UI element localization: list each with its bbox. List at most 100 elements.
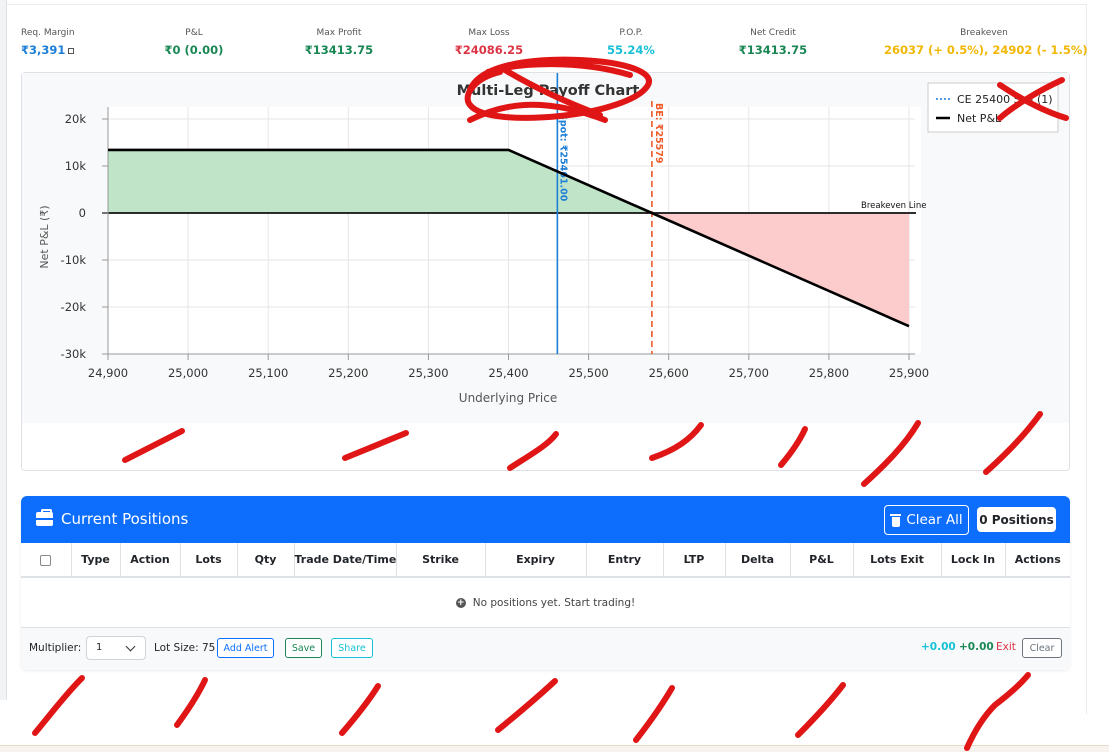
positions-table: Type Action Lots Qty Trade Date/Time Str…	[21, 543, 1070, 578]
y-tick-label: 0	[79, 206, 86, 220]
x-tick-label: 25,100	[248, 366, 288, 380]
metric-max-profit: Max Profit ₹13413.75	[301, 28, 377, 57]
scribble-mark	[32, 675, 85, 736]
y-tick-label: 10k	[65, 159, 87, 173]
x-tick-label: 25,400	[488, 366, 528, 380]
legend-label: CE 25400 Sell (1)	[957, 93, 1053, 106]
column-header: P&L	[790, 543, 854, 578]
column-header: Entry	[586, 543, 664, 578]
lot-size-text: Lot Size: 75	[154, 642, 216, 654]
positions-count-badge: 0 Positions	[977, 507, 1056, 532]
share-button[interactable]: Share	[331, 638, 373, 658]
scribble-mark	[964, 672, 1031, 751]
briefcase-icon	[36, 509, 53, 526]
payoff-chart-area: Breakeven Line Spot: ₹25461.00 BE: ₹25579 2…	[22, 73, 1069, 423]
top-divider	[7, 4, 1087, 5]
scribble-mark	[495, 678, 558, 733]
column-header: Strike	[396, 543, 486, 578]
chevron-down-icon	[125, 641, 136, 652]
column-header: Type	[71, 543, 121, 578]
left-edge-panel	[0, 0, 7, 700]
metric-req-margin: Req. Margin ₹3,391	[21, 28, 75, 57]
metric-value: ₹24086.25	[454, 43, 524, 57]
select-all-checkbox[interactable]	[40, 554, 52, 566]
chart-title: Multi-Leg Payoff Chart	[457, 83, 640, 99]
x-tick-label: 24,900	[88, 366, 128, 380]
metric-value: 26037 (+ 0.5%), 24902 (- 1.5%)	[884, 43, 1088, 57]
metric-label: Max Profit	[316, 28, 362, 38]
metric-value: ₹0 (0.00)	[164, 43, 224, 57]
legend-label: Net P&L	[957, 112, 1002, 125]
spot-label: Spot: ₹25461.00	[557, 113, 568, 202]
metric-net-credit: Net Credit ₹13413.75	[735, 28, 811, 57]
positions-header: Current Positions Clear All 0 Positions	[21, 496, 1070, 543]
positions-footer: Multiplier: 1 Lot Size: 75 Add Alert Sav…	[21, 628, 1070, 670]
column-header: Actions	[1005, 543, 1070, 578]
x-axis-title: Underlying Price	[459, 391, 557, 405]
empty-positions-message: + No positions yet. Start trading!	[21, 578, 1070, 628]
right-divider	[1086, 4, 1087, 714]
metric-label: Breakeven	[960, 28, 1008, 38]
clear-all-button[interactable]: Clear All	[884, 505, 969, 535]
metric-label: P&L	[185, 28, 203, 38]
trash-icon	[890, 513, 902, 527]
metric-value: 55.24%	[607, 43, 655, 57]
x-tick-label: 25,700	[729, 366, 769, 380]
metric-label: Req. Margin	[21, 28, 75, 38]
multiplier-label: Multiplier:	[29, 642, 82, 654]
empty-message-text: No positions yet. Start trading!	[472, 596, 636, 609]
select-all-cell	[21, 543, 72, 578]
metric-value: ₹13413.75	[304, 43, 374, 57]
clear-button[interactable]: Clear	[1022, 638, 1062, 658]
metric-pop: P.O.P. 55.24%	[604, 28, 658, 57]
scribble-mark	[174, 677, 208, 728]
metric-value: ₹3,391	[21, 43, 75, 57]
positions-table-header: Type Action Lots Qty Trade Date/Time Str…	[21, 543, 1070, 578]
x-tick-label: 25,500	[568, 366, 608, 380]
column-header: LTP	[663, 543, 726, 578]
x-tick-label: 25,300	[408, 366, 448, 380]
metric-label: P.O.P.	[619, 28, 643, 38]
multiplier-select[interactable]: 1	[86, 636, 146, 660]
y-tick-label: -20k	[61, 300, 87, 314]
x-tick-label: 25,200	[328, 366, 368, 380]
x-tick-label: 25,600	[649, 366, 689, 380]
y-tick-label: -10k	[61, 253, 87, 267]
footer-value-2: +0.00	[959, 641, 994, 653]
multiplier-value: 1	[96, 642, 103, 653]
payoff-chart: Breakeven Line Spot: ₹25461.00 BE: ₹25579 2…	[38, 73, 1059, 405]
metric-breakeven: Breakeven 26037 (+ 0.5%), 24902 (- 1.5%)	[884, 28, 1088, 57]
footer-value-1: +0.00	[921, 641, 956, 653]
save-button[interactable]: Save	[285, 638, 322, 658]
scribble-mark	[795, 682, 846, 738]
column-header: Trade Date/Time	[294, 543, 397, 578]
column-header: Delta	[725, 543, 791, 578]
metric-value: ₹13413.75	[738, 43, 808, 57]
clear-all-label: Clear All	[906, 512, 963, 528]
positions-title-text: Current Positions	[61, 510, 189, 528]
zero-line-label: Breakeven Line	[861, 201, 927, 211]
column-header: Lock In	[941, 543, 1006, 578]
y-tick-label: 20k	[65, 112, 87, 126]
column-header: Qty	[237, 543, 295, 578]
x-tick-label: 25,000	[168, 366, 208, 380]
column-header: Lots	[180, 543, 238, 578]
y-tick-label: -30k	[61, 347, 87, 361]
info-square-icon[interactable]	[68, 47, 75, 54]
column-header: Lots Exit	[853, 543, 942, 578]
breakeven-marker-label: BE: ₹25579	[653, 103, 664, 164]
metric-label: Net Credit	[750, 28, 796, 38]
strategy-metrics: Req. Margin ₹3,391 P&L ₹0 (0.00) Max Pro…	[14, 28, 1088, 62]
column-header: Action	[120, 543, 181, 578]
scribble-mark	[339, 683, 381, 736]
req-margin-value: ₹3,391	[21, 43, 66, 57]
payoff-chart-card: Breakeven Line Spot: ₹25461.00 BE: ₹25579 2…	[21, 72, 1070, 471]
metric-max-loss: Max Loss ₹24086.25	[451, 28, 527, 57]
add-alert-button[interactable]: Add Alert	[217, 638, 274, 658]
y-axis-title: Net P&L (₹)	[38, 205, 51, 268]
scribble-mark	[633, 685, 675, 743]
current-positions-panel: Current Positions Clear All 0 Positions …	[21, 496, 1070, 670]
x-tick-label: 25,800	[809, 366, 849, 380]
exit-link[interactable]: Exit	[996, 641, 1016, 653]
metric-pnl: P&L ₹0 (0.00)	[164, 28, 224, 57]
